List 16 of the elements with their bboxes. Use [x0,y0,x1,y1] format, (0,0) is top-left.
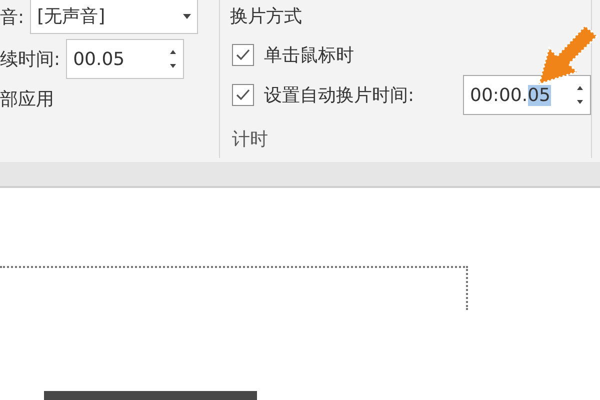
duration-label: 续时间: [0,48,60,72]
checkmark-icon [236,49,250,61]
group-heading: 换片方式 [230,5,303,29]
auto-time-field[interactable]: 00:00.05 [463,75,591,115]
checkbox-label[interactable]: 设置自动换片时间: [264,82,414,108]
time-value: 00:00.05 [470,84,551,108]
sound-dropdown[interactable]: [无声音] [30,0,198,34]
duration-field[interactable]: 00.05 [66,39,184,79]
apply-all-button[interactable]: 部应用 [0,86,54,113]
checkbox[interactable] [232,44,254,66]
checkmark-icon [236,89,250,101]
checkbox-label[interactable]: 单击鼠标时 [264,42,354,68]
dropdown-arrow-icon [183,14,192,19]
checkbox[interactable] [232,84,254,106]
sound-label: 音: [0,6,24,30]
group-label: 计时 [231,128,269,152]
